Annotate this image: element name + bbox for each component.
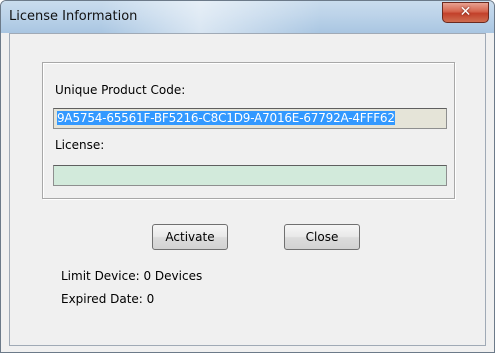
license-information-window: License Information ✕ Unique Product Cod… (0, 0, 495, 353)
window-close-button[interactable]: ✕ (442, 2, 489, 23)
activate-button[interactable]: Activate (152, 224, 228, 250)
close-icon: ✕ (459, 4, 472, 20)
close-button[interactable]: Close (284, 224, 360, 250)
product-code-label: Unique Product Code: (55, 83, 186, 97)
title-bar[interactable]: License Information ✕ (1, 1, 494, 33)
product-code-field[interactable]: 9A5754-65561F-BF5216-C8C1D9-A7016E-67792… (53, 108, 447, 129)
limit-device-text: Limit Device: 0 Devices (61, 269, 203, 283)
window-title: License Information (9, 9, 138, 24)
product-code-selected-text: 9A5754-65561F-BF5216-C8C1D9-A7016E-67792… (57, 111, 395, 125)
license-input[interactable] (53, 165, 447, 186)
expired-date-text: Expired Date: 0 (61, 292, 155, 306)
license-label: License: (55, 138, 105, 152)
